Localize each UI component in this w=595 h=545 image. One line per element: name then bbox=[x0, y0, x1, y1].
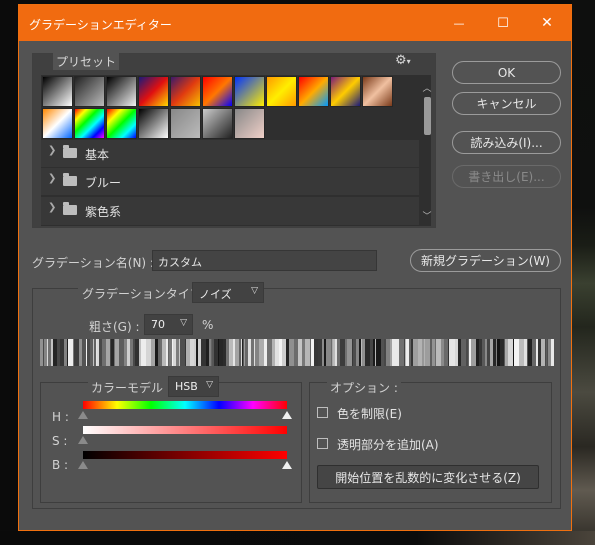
minimize-button[interactable]: — bbox=[437, 5, 481, 41]
background-bottom bbox=[0, 531, 595, 545]
gear-icon[interactable]: ⚙▾ bbox=[395, 53, 411, 68]
background-photo bbox=[572, 0, 595, 545]
preset-swatch[interactable] bbox=[170, 108, 201, 139]
close-icon: ✕ bbox=[541, 15, 553, 31]
scroll-down-icon[interactable]: ﹀ bbox=[421, 209, 433, 222]
preset-swatch[interactable] bbox=[266, 76, 297, 107]
window-title: グラデーションエディター bbox=[29, 18, 172, 32]
roughness-value: 70 bbox=[151, 318, 165, 331]
folder-icon bbox=[63, 202, 77, 215]
preset-label: プリセット bbox=[53, 53, 120, 70]
folder-name: 紫色系 bbox=[85, 205, 122, 219]
chevron-down-icon: ▽ bbox=[180, 318, 187, 328]
preset-swatch[interactable] bbox=[106, 76, 137, 107]
roughness-unit: % bbox=[202, 318, 214, 332]
folder-name: 基本 bbox=[85, 148, 110, 162]
folder-icon bbox=[63, 173, 77, 186]
add-transparency-checkbox[interactable] bbox=[317, 438, 328, 449]
preset-swatch[interactable] bbox=[362, 76, 393, 107]
gradient-editor-dialog: グラデーションエディター — ☐ ✕ プリセット ⚙▾ ❯ 基本 ❯ ブルー ❯… bbox=[18, 4, 572, 531]
new-gradient-button[interactable]: 新規グラデーション(W) bbox=[410, 249, 561, 272]
saturation-slider[interactable] bbox=[83, 426, 287, 434]
preset-swatch[interactable] bbox=[74, 76, 105, 107]
minimize-icon: — bbox=[453, 16, 465, 30]
hue-slider[interactable] bbox=[83, 401, 287, 409]
gradient-name-field[interactable]: カスタム bbox=[152, 250, 377, 271]
preset-swatch[interactable] bbox=[202, 108, 233, 139]
preset-swatch[interactable] bbox=[234, 76, 265, 107]
preset-swatch[interactable] bbox=[234, 108, 265, 139]
preset-swatch[interactable] bbox=[138, 76, 169, 107]
title-bar[interactable]: グラデーションエディター — ☐ ✕ bbox=[19, 5, 571, 41]
restrict-colors-label: 色を制限(E) bbox=[337, 407, 402, 421]
folder-icon bbox=[63, 145, 77, 158]
preset-swatch[interactable] bbox=[170, 76, 201, 107]
channel-h-label: H : bbox=[52, 410, 69, 424]
chevron-right-icon[interactable]: ❯ bbox=[48, 145, 56, 156]
noise-gradient-preview bbox=[40, 339, 554, 366]
folder-row-purple[interactable]: ❯ 紫色系 bbox=[41, 196, 419, 225]
gradient-type-select[interactable]: ノイズ ▽ bbox=[192, 282, 264, 303]
load-button[interactable]: 読み込み(I)... bbox=[452, 131, 561, 154]
color-model-label: カラーモデル : bbox=[88, 379, 174, 396]
channel-s-label: S : bbox=[52, 434, 68, 448]
chevron-right-icon[interactable]: ❯ bbox=[48, 202, 56, 213]
folder-row-blue[interactable]: ❯ ブルー bbox=[41, 167, 419, 195]
gradient-name-label: グラデーション名(N) : bbox=[32, 256, 154, 270]
restrict-colors-checkbox[interactable] bbox=[317, 407, 328, 418]
brightness-slider[interactable] bbox=[83, 451, 287, 459]
chevron-right-icon[interactable]: ❯ bbox=[48, 173, 56, 184]
hue-left-stop[interactable] bbox=[78, 411, 88, 419]
channel-b-label: B : bbox=[52, 458, 69, 472]
color-model-value: HSB bbox=[175, 380, 198, 393]
maximize-icon: ☐ bbox=[497, 15, 509, 31]
chevron-down-icon: ▽ bbox=[206, 380, 213, 390]
export-button[interactable]: 書き出し(E)... bbox=[452, 165, 561, 188]
maximize-button[interactable]: ☐ bbox=[481, 5, 525, 41]
scroll-up-icon[interactable]: ︿ bbox=[421, 81, 433, 94]
preset-swatch[interactable] bbox=[202, 76, 233, 107]
close-button[interactable]: ✕ bbox=[525, 5, 569, 41]
randomize-button[interactable]: 開始位置を乱数的に変化させる(Z) bbox=[317, 465, 539, 489]
roughness-label: 粗さ(G) : bbox=[89, 320, 140, 334]
preset-panel: ❯ 基本 ❯ ブルー ❯ 紫色系 ︿ ﹀ bbox=[41, 75, 433, 226]
add-transparency-label: 透明部分を追加(A) bbox=[337, 438, 439, 452]
preset-swatch[interactable] bbox=[298, 76, 329, 107]
preset-swatch[interactable] bbox=[74, 108, 105, 139]
color-model-select[interactable]: HSB ▽ bbox=[168, 376, 219, 397]
preset-swatch[interactable] bbox=[42, 76, 73, 107]
chevron-down-icon: ▽ bbox=[251, 286, 258, 296]
preset-swatch[interactable] bbox=[42, 108, 73, 139]
brightness-right-stop[interactable] bbox=[282, 461, 292, 469]
dialog-content: プリセット ⚙▾ ❯ 基本 ❯ ブルー ❯ 紫色系 ︿ ﹀ OK キャンセル 読… bbox=[19, 41, 571, 530]
ok-button[interactable]: OK bbox=[452, 61, 561, 84]
preset-scrollbar[interactable]: ︿ ﹀ bbox=[421, 81, 433, 222]
roughness-stepper[interactable]: 70 ▽ bbox=[144, 314, 193, 335]
preset-swatch[interactable] bbox=[330, 76, 361, 107]
scrollbar-thumb[interactable] bbox=[424, 97, 431, 135]
cancel-button[interactable]: キャンセル bbox=[452, 92, 561, 115]
brightness-left-stop[interactable] bbox=[78, 461, 88, 469]
gradient-type-value: ノイズ bbox=[199, 288, 232, 301]
folder-row-basic[interactable]: ❯ 基本 bbox=[41, 139, 419, 167]
folder-name: ブルー bbox=[85, 176, 122, 190]
options-label: オプション : bbox=[327, 379, 401, 396]
preset-swatch[interactable] bbox=[138, 108, 169, 139]
hue-right-stop[interactable] bbox=[282, 411, 292, 419]
saturation-stop[interactable] bbox=[78, 436, 88, 444]
preset-swatch[interactable] bbox=[106, 108, 137, 139]
